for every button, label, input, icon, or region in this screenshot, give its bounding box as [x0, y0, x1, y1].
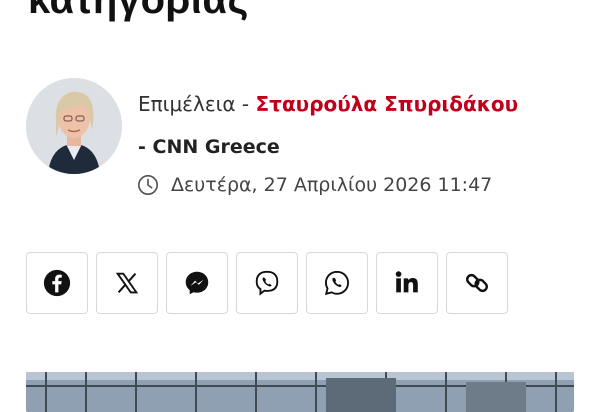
byline: Επιμέλεια - Σταυρούλα Σπυριδάκου [138, 92, 518, 116]
byline-prefix: Επιμέλεια - [138, 92, 250, 116]
copy-link-button[interactable] [446, 252, 508, 314]
share-bar [26, 252, 508, 314]
link-icon [466, 273, 488, 293]
dateline: Δευτέρα, 27 Απριλίου 2026 11:47 [137, 174, 492, 196]
viber-icon [255, 270, 279, 296]
clock-icon [138, 175, 158, 195]
agency-label: - CNN Greece [138, 136, 280, 158]
author-link[interactable]: Σταυρούλα Σπυριδάκου [256, 92, 519, 116]
share-whatsapp-button[interactable] [306, 252, 368, 314]
share-viber-button[interactable] [236, 252, 298, 314]
x-icon [115, 272, 139, 294]
article-hero-image [26, 372, 574, 412]
facebook-icon [43, 269, 71, 297]
author-avatar[interactable] [26, 78, 122, 174]
share-facebook-button[interactable] [26, 252, 88, 314]
whatsapp-icon [324, 270, 350, 296]
linkedin-icon [395, 271, 418, 293]
share-x-button[interactable] [96, 252, 158, 314]
publish-date: Δευτέρα, 27 Απριλίου 2026 11:47 [171, 174, 493, 196]
share-linkedin-button[interactable] [376, 252, 438, 314]
messenger-icon [185, 271, 209, 295]
article-title: κατηγορίας [28, 0, 249, 22]
share-messenger-button[interactable] [166, 252, 228, 314]
